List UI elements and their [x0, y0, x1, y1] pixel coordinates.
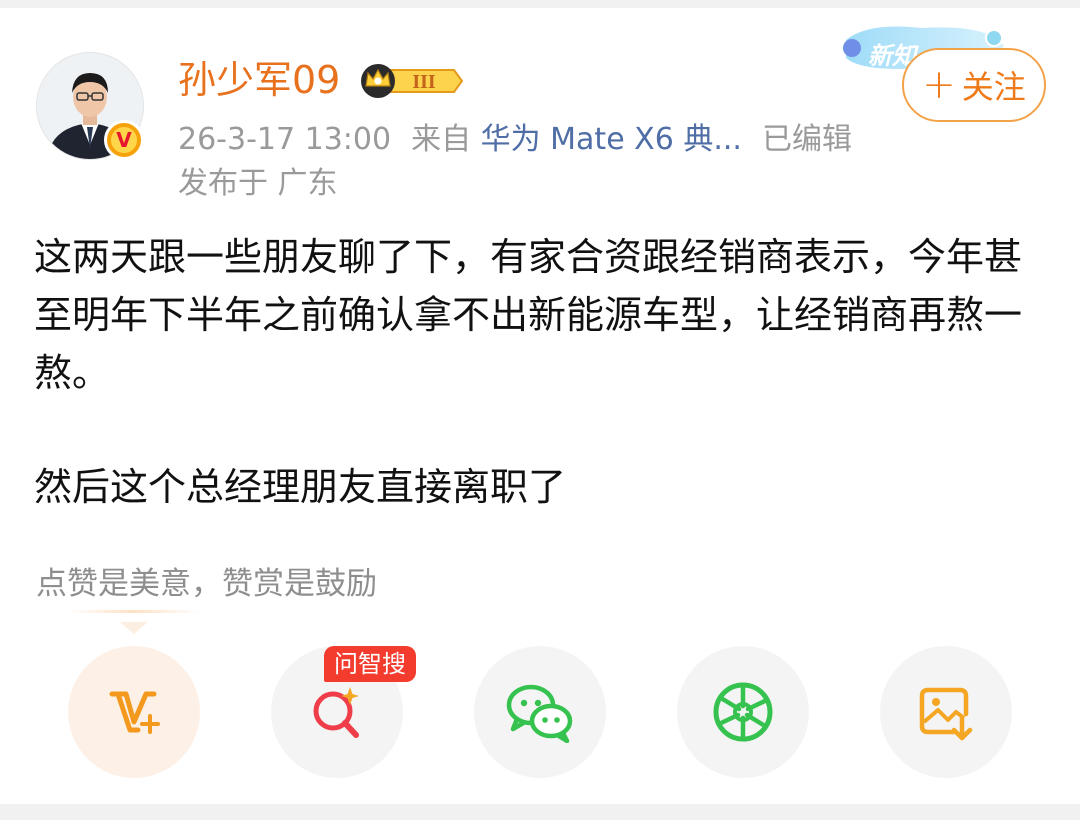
reward-text: 点赞是美意，赞赏是鼓励	[36, 566, 377, 602]
verified-badge-icon: V	[104, 120, 144, 160]
username[interactable]: 孙少军09	[178, 54, 340, 106]
content-paragraph-1: 这两天跟一些朋友聊了下，有家合资跟经销商表示，今年甚至明年下半年之前确认拿不出新…	[34, 235, 1023, 395]
level-label: III	[412, 71, 436, 93]
wechat-icon	[506, 684, 573, 743]
ai-search-icon	[313, 687, 359, 738]
save-image-icon	[919, 687, 973, 741]
plus-icon: +	[922, 62, 956, 108]
ai-search-tag: 问智搜	[324, 646, 416, 682]
reward-v-button[interactable]	[68, 646, 200, 778]
v-plus-icon	[109, 691, 160, 734]
edited-label[interactable]: 已编辑	[762, 122, 852, 157]
source-device-link[interactable]: 华为 Mate X6 典...	[481, 122, 742, 157]
content-paragraph-2: 然后这个总经理朋友直接离职了	[34, 465, 567, 509]
follow-label: 关注	[961, 68, 1026, 106]
reward-underline	[68, 610, 200, 613]
post-time: 26-3-17 13:00	[178, 122, 392, 157]
post-content: 这两天跟一些朋友聊了下，有家合资跟经销商表示，今年甚至明年下半年之前确认拿不出新…	[34, 228, 1046, 516]
source-prefix: 来自	[411, 122, 472, 157]
post-card: V 孙少军09 III 26-3-17 13:00 来自 华为 Mate X6 典…	[0, 8, 1080, 804]
reward-pointer	[120, 622, 148, 634]
follow-button[interactable]: + 关注	[902, 48, 1046, 122]
save-image-button[interactable]	[880, 646, 1012, 778]
post-meta: 26-3-17 13:00 来自 华为 Mate X6 典... 已编辑	[178, 120, 852, 160]
share-moments-button[interactable]	[677, 646, 809, 778]
share-wechat-button[interactable]	[474, 646, 606, 778]
crown-level-icon: III	[361, 64, 464, 98]
moments-icon	[713, 682, 773, 742]
verified-badge-label: V	[111, 127, 137, 153]
location-text: 发布于 广东	[178, 166, 338, 201]
